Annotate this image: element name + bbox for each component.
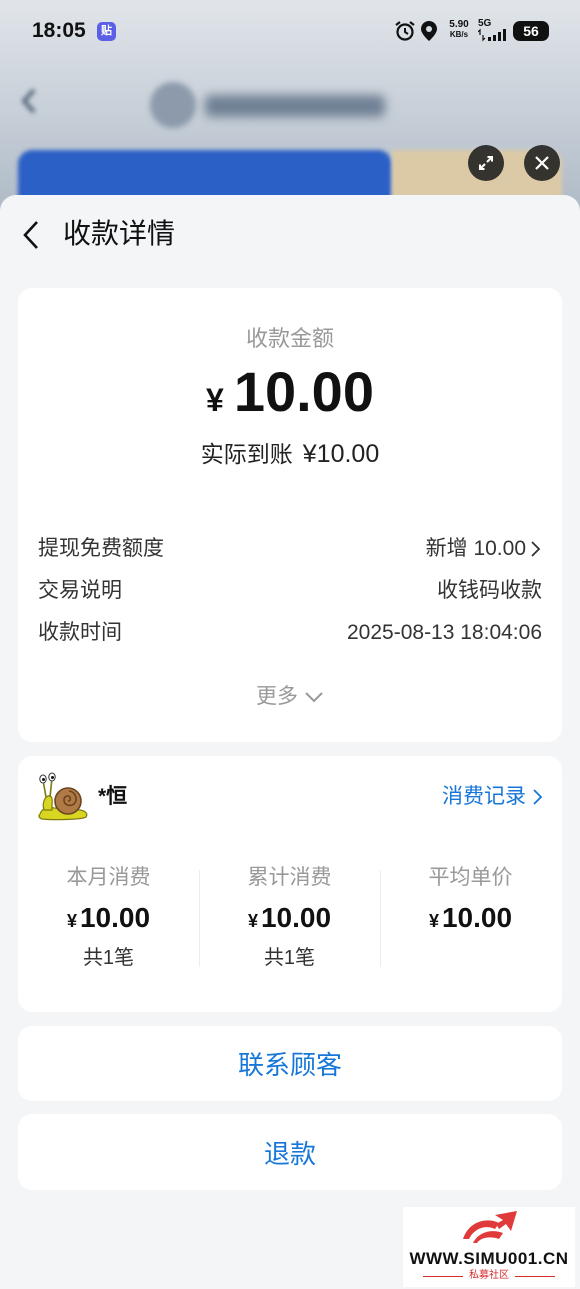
network-speed-value: 5.90 bbox=[449, 19, 469, 30]
amount-label: 收款金额 bbox=[245, 326, 334, 351]
chevron-right-icon bbox=[533, 789, 543, 805]
watermark-logo bbox=[463, 1211, 517, 1243]
stat-value: ¥10.00 bbox=[199, 898, 380, 943]
detail-row-label: 收款时间 bbox=[38, 621, 122, 644]
stat-label: 平均单价 bbox=[428, 866, 513, 889]
battery-icon: 56 bbox=[513, 21, 549, 41]
currency-symbol: ¥ bbox=[206, 382, 224, 418]
status-bar: 18:05 贴 5.90 KB/s 5G 56 bbox=[0, 0, 580, 62]
customer-name: *恒 bbox=[98, 785, 128, 808]
stat-label: 累计消费 bbox=[247, 866, 332, 889]
stat-monthly: 本月消费 ¥10.00 共1笔 bbox=[18, 863, 199, 973]
chevron-right-icon bbox=[531, 541, 541, 557]
detail-row-free-quota[interactable]: 提现免费额度 新增 10.00 bbox=[38, 534, 542, 564]
amount: ¥10.00 bbox=[18, 359, 562, 440]
currency-symbol: ¥ bbox=[247, 911, 258, 931]
detail-row-label: 交易说明 bbox=[38, 579, 122, 602]
refund-button[interactable]: 退款 bbox=[18, 1114, 562, 1190]
customer-card: *恒 消费记录 本月消费 ¥10.00 共1笔 累计消费 ¥10.00 共1笔 … bbox=[18, 756, 562, 1012]
page-title: 收款详情 bbox=[63, 218, 176, 249]
detail-row-time: 收款时间 2025-08-13 18:04:06 bbox=[38, 618, 542, 648]
blurred-avatar bbox=[150, 82, 196, 128]
detail-row-label: 提现免费额度 bbox=[38, 537, 164, 560]
expand-icon bbox=[479, 156, 493, 170]
amount-value: 10.00 bbox=[233, 360, 374, 423]
contact-customer-label: 联系顾客 bbox=[237, 1050, 342, 1080]
watermark-name: 私募社区 bbox=[469, 1270, 509, 1281]
contact-customer-button[interactable]: 联系顾客 bbox=[18, 1026, 562, 1101]
chevron-down-icon bbox=[305, 692, 323, 703]
watermark: WWW.SIMU001.CN 私募社区 bbox=[403, 1207, 575, 1287]
watermark-url: WWW.SIMU001.CN bbox=[409, 1249, 569, 1268]
detail-row-description: 交易说明 收钱码收款 bbox=[38, 576, 542, 606]
received-value: ¥10.00 bbox=[302, 440, 380, 468]
blurred-title bbox=[205, 95, 385, 117]
watermark-name-row: 私募社区 bbox=[403, 1269, 575, 1283]
stat-count: 共1笔 bbox=[263, 947, 316, 969]
back-button[interactable] bbox=[18, 219, 44, 251]
snail-avatar-icon bbox=[38, 772, 88, 821]
close-button[interactable] bbox=[524, 145, 560, 181]
detail-row-value: 2025-08-13 18:04:06 bbox=[347, 621, 542, 644]
refund-label: 退款 bbox=[263, 1138, 316, 1169]
stat-amount: 10.00 bbox=[441, 902, 513, 933]
received-amount: 实际到账 ¥10.00 bbox=[18, 439, 562, 473]
chevron-left-icon bbox=[23, 221, 38, 249]
stat-total: 累计消费 ¥10.00 共1笔 bbox=[199, 863, 380, 973]
stat-amount: 10.00 bbox=[260, 902, 332, 933]
alarm-icon bbox=[395, 21, 415, 41]
stat-count: 共1笔 bbox=[82, 947, 135, 969]
divider bbox=[423, 1275, 463, 1277]
divider bbox=[515, 1275, 555, 1277]
detail-row-value: 收钱码收款 bbox=[437, 579, 542, 602]
more-toggle[interactable]: 更多 bbox=[18, 682, 562, 712]
stat-average: 平均单价 ¥10.00 bbox=[380, 863, 561, 973]
network-speed-unit: KB/s bbox=[449, 30, 469, 39]
expand-button[interactable] bbox=[468, 145, 504, 181]
signal-icon bbox=[478, 28, 506, 42]
network-speed: 5.90 KB/s bbox=[444, 19, 474, 40]
location-icon bbox=[421, 21, 437, 41]
app-badge-icon: 贴 bbox=[97, 22, 116, 41]
blurred-back-icon bbox=[21, 88, 36, 114]
stat-label: 本月消费 bbox=[66, 866, 151, 889]
stat-value: ¥10.00 bbox=[380, 898, 561, 943]
received-label: 实际到账 bbox=[200, 441, 293, 467]
detail-row-value: 新增 10.00 bbox=[425, 537, 526, 560]
stat-value: ¥10.00 bbox=[18, 898, 199, 943]
currency-symbol: ¥ bbox=[428, 911, 439, 931]
more-label: 更多 bbox=[256, 685, 298, 708]
close-icon bbox=[535, 156, 549, 170]
amount-card: 收款金额 ¥10.00 实际到账 ¥10.00 提现免费额度 新增 10.00 交… bbox=[18, 288, 562, 742]
stat-amount: 10.00 bbox=[79, 902, 151, 933]
currency-symbol: ¥ bbox=[66, 911, 77, 931]
consumption-records-link[interactable]: 消费记录 bbox=[442, 782, 544, 812]
payment-detail-sheet: 收款详情 收款金额 ¥10.00 实际到账 ¥10.00 提现免费额度 新增 10… bbox=[0, 195, 580, 1289]
status-time: 18:05 bbox=[32, 19, 86, 42]
records-label: 消费记录 bbox=[442, 785, 526, 808]
